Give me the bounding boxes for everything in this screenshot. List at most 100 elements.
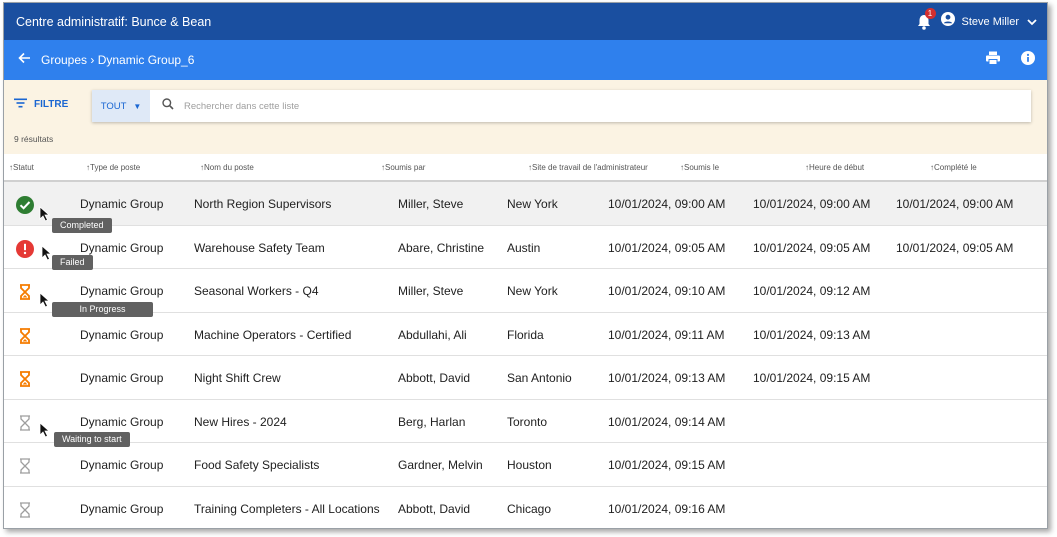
check-circle-icon[interactable] — [16, 196, 34, 214]
info-icon[interactable] — [1021, 50, 1035, 70]
status-tooltip: Waiting to start — [54, 432, 130, 447]
filter-button[interactable]: FILTRE — [14, 98, 68, 111]
row-name: Night Shift Crew — [194, 371, 281, 385]
column-header-submitted-on[interactable]: ↑Soumis le — [680, 163, 719, 172]
row-type: Dynamic Group — [80, 371, 164, 385]
table-row[interactable]: Dynamic Group New Hires - 2024 Berg, Har… — [4, 400, 1047, 443]
row-start-time: 10/01/2024, 09:00 AM — [753, 197, 871, 211]
results-count: 9 résultats — [14, 134, 54, 144]
breadcrumb-bar: Groupes › Dynamic Group_6 — [4, 40, 1047, 80]
table-row[interactable]: Dynamic Group North Region Supervisors M… — [4, 182, 1047, 226]
table-header: ↑Statut ↑Type de poste ↑Nom du poste ↑So… — [4, 154, 1047, 182]
row-start-time: 10/01/2024, 09:15 AM — [753, 371, 871, 385]
caret-down-icon: ▼ — [133, 101, 142, 111]
column-header-type[interactable]: ↑Type de poste — [86, 163, 140, 172]
hourglass-outline-icon[interactable] — [16, 501, 34, 519]
row-start-time: 10/01/2024, 09:12 AM — [753, 284, 871, 298]
notifications-bell-icon[interactable]: 1 — [917, 7, 936, 30]
row-submitted-on: 10/01/2024, 09:13 AM — [608, 371, 726, 385]
hourglass-outline-icon[interactable] — [16, 457, 34, 475]
search-box: TOUT ▼ — [92, 90, 1031, 122]
row-name: Warehouse Safety Team — [194, 240, 325, 255]
hourglass-icon[interactable] — [16, 327, 34, 345]
row-site: Austin — [507, 240, 541, 255]
row-submitted-on: 10/01/2024, 09:11 AM — [608, 327, 725, 342]
top-bar-actions: 1 Steve Miller — [917, 3, 1037, 40]
row-submitted-by: Abbott, David — [398, 371, 471, 385]
breadcrumb-actions — [965, 40, 1035, 80]
column-header-name[interactable]: ↑Nom du poste — [200, 163, 254, 172]
row-site: New York — [507, 284, 558, 298]
mouse-pointer-icon — [39, 292, 51, 308]
error-circle-icon[interactable] — [16, 239, 34, 258]
row-site: New York — [507, 197, 558, 211]
row-submitted-by: Abbott, David — [398, 501, 471, 516]
column-header-status[interactable]: ↑Statut — [9, 163, 34, 172]
top-bar: Centre administratif: Bunce & Bean 1 Ste… — [4, 3, 1047, 40]
user-avatar-icon[interactable] — [940, 12, 955, 31]
row-submitted-by: Berg, Harlan — [398, 414, 466, 429]
row-submitted-on: 10/01/2024, 09:14 AM — [608, 414, 726, 429]
row-type: Dynamic Group — [80, 458, 164, 472]
status-tooltip: Completed — [52, 218, 112, 233]
hourglass-outline-icon[interactable] — [16, 414, 34, 432]
filter-bar: FILTRE TOUT ▼ 9 résultats — [4, 80, 1047, 154]
table-row[interactable]: Dynamic Group Seasonal Workers - Q4 Mill… — [4, 269, 1047, 313]
row-submitted-by: Abdullahi, Ali — [398, 327, 467, 342]
column-header-submitted-by[interactable]: ↑Soumis par — [381, 163, 425, 172]
scope-dropdown[interactable]: TOUT ▼ — [92, 90, 150, 122]
column-header-completed-on[interactable]: ↑Complété le — [930, 163, 977, 172]
print-icon[interactable] — [985, 51, 1001, 70]
row-name: Seasonal Workers - Q4 — [194, 284, 319, 298]
row-name: New Hires - 2024 — [194, 414, 287, 429]
row-site: San Antonio — [507, 371, 572, 385]
row-name: Training Completers - All Locations — [194, 501, 380, 516]
table-row[interactable]: Dynamic Group Food Safety Specialists Ga… — [4, 443, 1047, 487]
row-type: Dynamic Group — [80, 501, 164, 516]
hourglass-icon[interactable] — [16, 283, 34, 301]
row-site: Houston — [507, 458, 552, 472]
row-submitted-on: 10/01/2024, 09:16 AM — [608, 501, 726, 516]
row-submitted-by: Miller, Steve — [398, 284, 464, 298]
search-icon — [162, 97, 174, 115]
app-window: Centre administratif: Bunce & Bean 1 Ste… — [3, 2, 1048, 529]
row-site: Chicago — [507, 501, 552, 516]
breadcrumb[interactable]: Groupes › Dynamic Group_6 — [41, 53, 194, 67]
mouse-pointer-icon — [39, 206, 51, 222]
row-submitted-on: 10/01/2024, 09:00 AM — [608, 197, 726, 211]
table-row[interactable]: Dynamic Group Machine Operators - Certif… — [4, 313, 1047, 356]
filter-label: FILTRE — [34, 99, 69, 110]
column-header-start-time[interactable]: ↑Heure de début — [805, 163, 864, 172]
row-type: Dynamic Group — [80, 414, 164, 429]
scope-value: TOUT — [100, 100, 127, 112]
row-name: Food Safety Specialists — [194, 458, 320, 472]
user-name[interactable]: Steve Miller — [962, 16, 1019, 28]
status-tooltip: Failed — [52, 255, 93, 270]
row-submitted-by: Abare, Christine — [398, 240, 485, 255]
row-submitted-on: 10/01/2024, 09:05 AM — [608, 240, 726, 255]
row-site: Toronto — [507, 414, 548, 429]
hourglass-icon[interactable] — [16, 370, 34, 388]
filter-list-icon — [14, 98, 27, 111]
row-type: Dynamic Group — [80, 240, 164, 255]
row-name: Machine Operators - Certified — [194, 327, 352, 342]
row-submitted-by: Miller, Steve — [398, 197, 464, 211]
back-arrow-icon[interactable] — [18, 51, 31, 69]
row-site: Florida — [507, 327, 544, 342]
row-type: Dynamic Group — [80, 327, 164, 342]
mouse-pointer-icon — [39, 422, 51, 438]
table-row[interactable]: Dynamic Group Warehouse Safety Team Abar… — [4, 226, 1047, 269]
table-row[interactable]: Dynamic Group Night Shift Crew Abbott, D… — [4, 356, 1047, 400]
row-submitted-on: 10/01/2024, 09:15 AM — [608, 458, 726, 472]
column-header-site[interactable]: ↑Site de travail de l'administrateur — [528, 163, 648, 172]
search-input[interactable] — [184, 100, 884, 112]
row-completed-on: 10/01/2024, 09:05 AM — [896, 240, 1014, 255]
app-title: Centre administratif: Bunce & Bean — [16, 14, 212, 29]
row-start-time: 10/01/2024, 09:13 AM — [753, 327, 871, 342]
status-tooltip: In Progress — [52, 302, 153, 317]
row-submitted-by: Gardner, Melvin — [398, 458, 483, 472]
user-menu-chevron-down-icon[interactable] — [1027, 13, 1037, 31]
table-row[interactable]: Dynamic Group Training Completers - All … — [4, 487, 1047, 529]
row-start-time: 10/01/2024, 09:05 AM — [753, 240, 871, 255]
notifications-badge: 1 — [924, 7, 936, 19]
